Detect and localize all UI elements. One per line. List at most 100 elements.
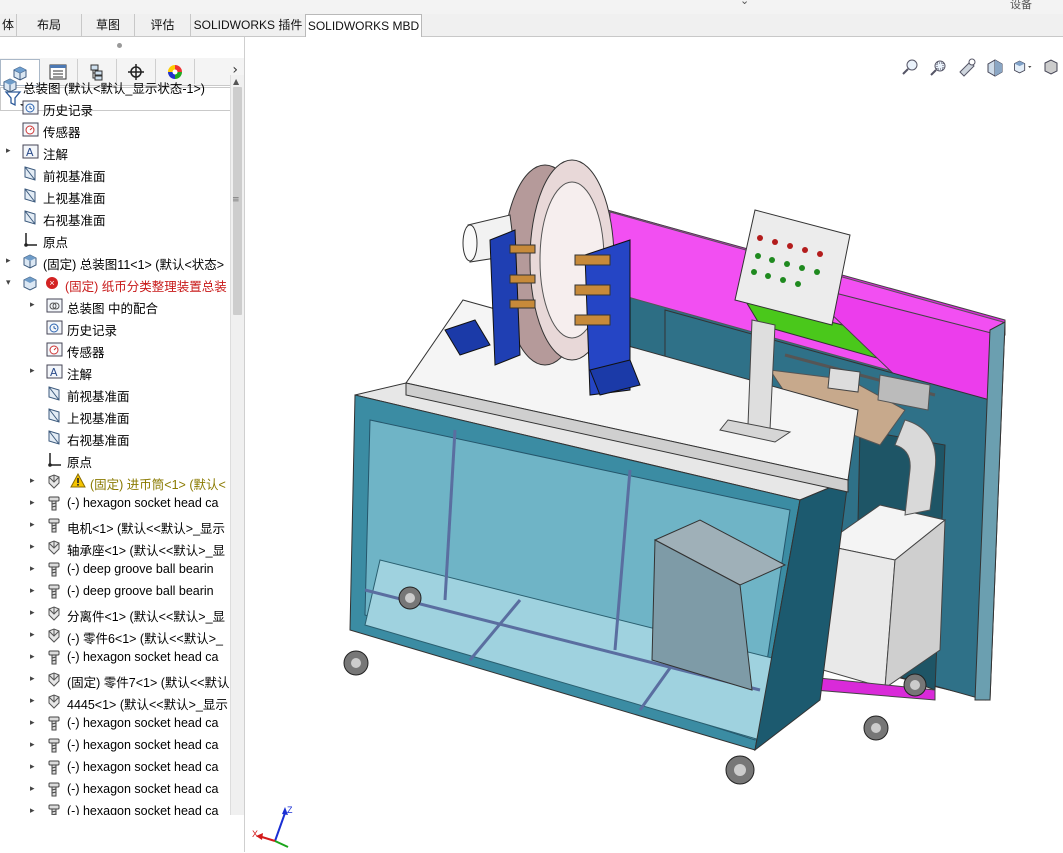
annotation-icon: A: [22, 143, 39, 160]
history-icon: [46, 319, 63, 336]
tree-node[interactable]: ▸ (-) 零件6<1> (默认<<默认>_: [0, 625, 230, 647]
expand-icon[interactable]: ▸: [30, 497, 38, 509]
tree-node[interactable]: 传感器: [0, 339, 230, 361]
tab-evaluate[interactable]: 评估: [135, 14, 191, 36]
tree-node[interactable]: ▸ 分离件<1> (默认<<默认>_显: [0, 603, 230, 625]
chevron-down-icon[interactable]: ⌄: [740, 0, 749, 7]
tree-node-label: (-) deep groove ball bearin: [67, 562, 214, 576]
tree-node-label: (-) hexagon socket head ca: [67, 782, 219, 796]
expand-icon[interactable]: ▸: [30, 695, 38, 707]
expand-icon: [30, 409, 38, 421]
plane-icon: [46, 407, 63, 424]
tab-layout[interactable]: 布局: [17, 14, 82, 36]
tree-node[interactable]: 上视基准面: [0, 405, 230, 427]
tree-node[interactable]: 历史记录: [0, 97, 230, 119]
expand-icon: [6, 211, 14, 223]
expand-icon[interactable]: ▸: [30, 585, 38, 597]
tab-solidworks-addins[interactable]: SOLIDWORKS 插件: [191, 14, 306, 36]
tree-node[interactable]: 右视基准面: [0, 427, 230, 449]
tree-node[interactable]: 右视基准面: [0, 207, 230, 229]
toolbar-dropdown-fragment[interactable]: ˇ: [612, 0, 618, 7]
graphics-area[interactable]: [245, 37, 1063, 852]
tree-node[interactable]: ▸ (固定) 零件7<1> (默认<<默认: [0, 669, 230, 691]
expand-icon[interactable]: ▸: [30, 783, 38, 795]
tree-node[interactable]: ▸ (-) hexagon socket head ca: [0, 713, 230, 735]
expand-icon[interactable]: ▸: [30, 717, 38, 729]
tree-node-label: (固定) 零件7<1> (默认<<默认: [67, 676, 230, 690]
assembly-model-render[interactable]: [245, 37, 1063, 852]
expand-icon[interactable]: ▸: [30, 299, 38, 311]
tab-sketch[interactable]: 草图: [82, 14, 135, 36]
tree-node[interactable]: 前视基准面: [0, 383, 230, 405]
expand-icon[interactable]: ▸: [30, 629, 38, 641]
tree-node-label: 上视基准面: [43, 192, 106, 206]
tree-node[interactable]: 总装图 (默认<默认_显示状态-1>): [0, 75, 230, 97]
panel-grip[interactable]: [117, 43, 122, 48]
expand-icon[interactable]: ▸: [30, 761, 38, 773]
tree-node[interactable]: ▸ (-) hexagon socket head ca: [0, 801, 230, 815]
expand-icon[interactable]: ▸: [6, 145, 14, 157]
expand-icon[interactable]: ▸: [30, 365, 38, 377]
tab-body[interactable]: 体: [0, 14, 17, 36]
tree-node[interactable]: ▸ (固定) 进币筒<1> (默认<: [0, 471, 230, 493]
tree-node-label: 总装图 (默认<默认_显示状态-1>): [23, 82, 205, 96]
expand-icon[interactable]: ▸: [30, 563, 38, 575]
tree-node[interactable]: ▸ (-) hexagon socket head ca: [0, 735, 230, 757]
tree-node-label: (-) hexagon socket head ca: [67, 716, 219, 730]
tree-node[interactable]: 传感器: [0, 119, 230, 141]
tree-node[interactable]: ▸ 总装图 中的配合: [0, 295, 230, 317]
expand-icon[interactable]: ▸: [30, 673, 38, 685]
collapse-icon[interactable]: ▾: [6, 277, 14, 289]
tree-node[interactable]: ▸ (固定) 总装图11<1> (默认<状态>: [0, 251, 230, 273]
screw-icon: [46, 759, 63, 776]
origin-icon: [22, 231, 39, 248]
expand-icon[interactable]: ▸: [30, 739, 38, 751]
expand-icon[interactable]: ▸: [6, 255, 14, 267]
tree-node[interactable]: ▸ 电机<1> (默认<<默认>_显示: [0, 515, 230, 537]
screw-icon: [46, 517, 63, 534]
tree-node[interactable]: ▸ 4445<1> (默认<<默认>_显示: [0, 691, 230, 713]
screw-icon: [46, 583, 63, 600]
tab-solidworks-mbd[interactable]: SOLIDWORKS MBD: [305, 14, 422, 38]
expand-icon[interactable]: ▸: [30, 607, 38, 619]
tree-node[interactable]: ▸ (-) deep groove ball bearin: [0, 581, 230, 603]
tree-node[interactable]: ▸ (-) hexagon socket head ca: [0, 493, 230, 515]
plane-icon: [22, 165, 39, 182]
scroll-up-icon[interactable]: ▲: [233, 77, 239, 86]
sensor-icon: [22, 121, 39, 138]
mates-icon: [46, 297, 63, 314]
tree-node-label: 前视基准面: [67, 390, 130, 404]
part-icon: [46, 605, 63, 622]
tree-node[interactable]: ▸ A 注解: [0, 361, 230, 383]
tree-node-label: 4445<1> (默认<<默认>_显示: [67, 698, 228, 712]
assembly-icon: [2, 77, 19, 94]
tree-node[interactable]: ▸ 轴承座<1> (默认<<默认>_显: [0, 537, 230, 559]
tree-node[interactable]: ▸ (-) hexagon socket head ca: [0, 757, 230, 779]
tree-node[interactable]: 历史记录: [0, 317, 230, 339]
tree-scrollbar[interactable]: ▲ ≡: [230, 75, 244, 815]
tree-node[interactable]: 原点: [0, 449, 230, 471]
expand-icon: [30, 321, 38, 333]
toolbar-dropdown-fragment[interactable]: ˇ: [440, 0, 446, 7]
expand-icon[interactable]: ▸: [30, 805, 38, 815]
tree-node[interactable]: 前视基准面: [0, 163, 230, 185]
tree-node[interactable]: 上视基准面: [0, 185, 230, 207]
tree-node[interactable]: ▸ (-) hexagon socket head ca: [0, 647, 230, 669]
tree-node-label: (-) hexagon socket head ca: [67, 738, 219, 752]
expand-icon[interactable]: ▸: [30, 475, 38, 487]
expand-icon: [6, 101, 14, 113]
expand-icon[interactable]: ▸: [30, 519, 38, 531]
tree-node[interactable]: ▸ A 注解: [0, 141, 230, 163]
svg-text:A: A: [50, 366, 58, 379]
tree-node[interactable]: 原点: [0, 229, 230, 251]
tree-node-label: (-) hexagon socket head ca: [67, 650, 219, 664]
part-icon: [46, 671, 63, 688]
x-axis-label: X: [252, 829, 258, 839]
tree-node-label: 前视基准面: [43, 170, 106, 184]
expand-icon: [6, 189, 14, 201]
tree-node[interactable]: ▸ (-) deep groove ball bearin: [0, 559, 230, 581]
expand-icon[interactable]: ▸: [30, 651, 38, 663]
tree-node[interactable]: ▸ (-) hexagon socket head ca: [0, 779, 230, 801]
expand-icon[interactable]: ▸: [30, 541, 38, 553]
tree-node[interactable]: ▾ × (固定) 纸币分类整理装置总装: [0, 273, 230, 295]
